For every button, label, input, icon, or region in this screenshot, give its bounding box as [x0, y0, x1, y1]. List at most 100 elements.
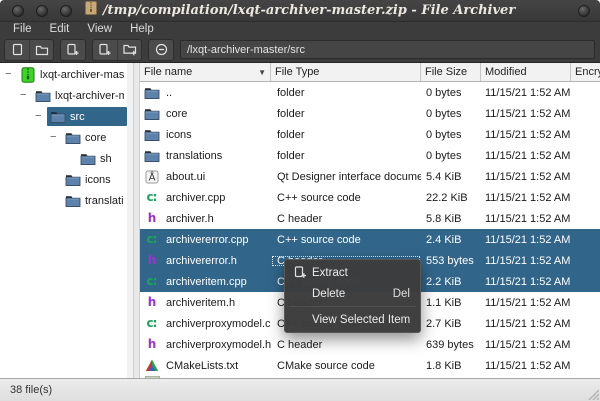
context-menu-view-selected-items[interactable]: View Selected Items [285, 309, 420, 330]
window-minimize-button[interactable] [36, 5, 48, 17]
menu-help[interactable]: Help [121, 22, 163, 37]
file-name: archiver.h [166, 213, 214, 225]
zip-archive-icon [20, 67, 36, 83]
cpp-file-icon: c: [143, 232, 160, 247]
folder-icon [65, 131, 81, 145]
file-name: icons [166, 129, 192, 141]
file-row-archivererror-cpp[interactable]: c: archivererror.cpp C++ source code2.4 Ki… [140, 229, 600, 250]
file-row-archiverproxymodel-h[interactable]: harchiverproxymodel.hC header639 bytes11… [140, 334, 600, 355]
file-type: folder [271, 150, 421, 162]
extract-button[interactable] [61, 40, 85, 60]
titlebar: /tmp/compilation/lxqt-archiver-master.zi… [0, 0, 600, 22]
svg-text:Å: Å [148, 170, 155, 183]
tree-item-lxqt-archiver-master[interactable]: −lxqt-archiver-master [0, 85, 133, 106]
column-header-file-type[interactable]: File Type [271, 63, 421, 81]
window-menu-button[interactable] [578, 5, 590, 17]
add-files-button[interactable] [93, 40, 117, 60]
sort-descending-icon: ▼ [258, 68, 266, 77]
file-size: 5.4 KiB [421, 171, 481, 183]
tree-item-lxqt-archiver-master-zip[interactable]: − lxqt-archiver-master.zip [0, 64, 133, 85]
file-name: archiveritem.cpp [166, 276, 247, 288]
tree-item-core[interactable]: − core [0, 127, 133, 148]
file-modified: 11/15/21 1:52 AM [481, 234, 571, 246]
file-row-translations[interactable]: translationsfolder0 bytes11/15/21 1:52 A… [140, 145, 600, 166]
tree-item-label: core [85, 132, 106, 144]
file-type: C++ source code [271, 234, 421, 246]
file-archiver-window: /tmp/compilation/lxqt-archiver-master.zi… [0, 0, 600, 401]
menubar: FileEditViewHelp [0, 22, 600, 37]
file-size: 5.8 KiB [421, 213, 481, 225]
file-name: archivererror.cpp [166, 234, 249, 246]
folder-icon [143, 106, 160, 121]
file-modified: 11/15/21 1:52 AM [481, 150, 571, 162]
context-menu-delete[interactable]: DeleteDel [285, 283, 420, 304]
ui-file-icon: Å [143, 169, 160, 184]
tree-item-src[interactable]: −src [0, 106, 133, 127]
file-row-icons[interactable]: iconsfolder0 bytes11/15/21 1:52 AM [140, 124, 600, 145]
tree-item-label: translations [85, 195, 124, 207]
window-close-button[interactable] [12, 5, 24, 17]
file-list-header: File name▼File TypeFile SizeModifiedEncr… [140, 63, 600, 82]
file-type: folder [271, 129, 421, 141]
new-archive-button[interactable] [5, 40, 29, 60]
document-new-icon [11, 43, 24, 56]
tree-expander[interactable]: − [20, 85, 32, 106]
tree-scrollbar[interactable] [127, 63, 133, 378]
file-modified: 11/15/21 1:52 AM [481, 213, 571, 225]
context-menu: ExtractDeleteDel View Selected Items [284, 259, 421, 333]
menu-icon-placeholder [293, 313, 307, 327]
tree-item-icons[interactable]: icons [0, 169, 133, 190]
menu-shortcut: Del [383, 288, 410, 300]
tree-item-label: lxqt-archiver-master.zip [40, 69, 124, 81]
column-header-modified[interactable]: Modified [481, 63, 571, 81]
file-name: archiver.cpp [166, 192, 225, 204]
tree-item-translations[interactable]: translations [0, 190, 133, 211]
file-size: 553 bytes [421, 255, 481, 267]
file-type: C header [271, 213, 421, 225]
file-name: archiveritem.h [166, 297, 235, 309]
window-maximize-button[interactable] [60, 5, 72, 17]
menu-file[interactable]: File [4, 22, 41, 37]
file-row-cmakelists-txt[interactable]: CMakeLists.txtCMake source code1.8 KiB11… [140, 355, 600, 376]
context-menu-separator [289, 306, 416, 307]
folder-open-icon [35, 43, 49, 56]
file-count-label: 38 file(s) [10, 384, 52, 396]
window-zip-icon [85, 1, 97, 20]
column-header-file-size[interactable]: File Size [421, 63, 481, 81]
open-archive-button[interactable] [29, 40, 53, 60]
archive-path-input[interactable] [180, 40, 595, 59]
panel-splitter[interactable] [133, 63, 140, 378]
column-header-encrypted[interactable]: Encrypted [571, 63, 600, 81]
file-list-rows: ..folder0 bytes11/15/21 1:52 AMcorefolde… [140, 82, 600, 378]
file-type: CMake source code [271, 360, 421, 372]
file-size: 2.2 KiB [421, 276, 481, 288]
resize-grip[interactable] [586, 387, 599, 400]
tree-item-sh[interactable]: sh [0, 148, 133, 169]
menu-edit[interactable]: Edit [41, 22, 79, 37]
file-size: 2.7 KiB [421, 318, 481, 330]
tree-expander[interactable]: − [5, 64, 17, 85]
file-row-core[interactable]: corefolder0 bytes11/15/21 1:52 AM [140, 103, 600, 124]
file-row--[interactable]: ..folder0 bytes11/15/21 1:52 AM [140, 82, 600, 103]
column-header-file-name[interactable]: File name▼ [140, 63, 271, 81]
file-row-about-ui[interactable]: Åabout.uiQt Designer interface document5… [140, 166, 600, 187]
document-plus-icon [98, 43, 112, 56]
file-type: Qt Designer interface document [271, 171, 421, 183]
toolbar [0, 37, 600, 63]
h-file-icon: h [143, 211, 160, 226]
file-size: 639 bytes [421, 339, 481, 351]
file-size: 2.4 KiB [421, 234, 481, 246]
file-name: .. [166, 87, 172, 99]
file-row-archiver-cpp[interactable]: c:archiver.cppC++ source code22.2 KiB11/… [140, 187, 600, 208]
file-name: archivererror.h [166, 255, 237, 267]
add-folder-button[interactable] [117, 40, 141, 60]
file-row-archiver-h[interactable]: h archiver.h C header5.8 KiB11/15/21 1:52 … [140, 208, 600, 229]
tree-expander[interactable]: − [35, 106, 47, 127]
menu-icon-placeholder [293, 287, 307, 301]
context-menu-extract[interactable]: Extract [285, 262, 420, 283]
remove-button[interactable] [149, 40, 173, 60]
folder-icon [35, 89, 51, 103]
menu-view[interactable]: View [78, 22, 121, 37]
tree-expander[interactable]: − [50, 127, 62, 148]
folder-icon [143, 127, 160, 142]
